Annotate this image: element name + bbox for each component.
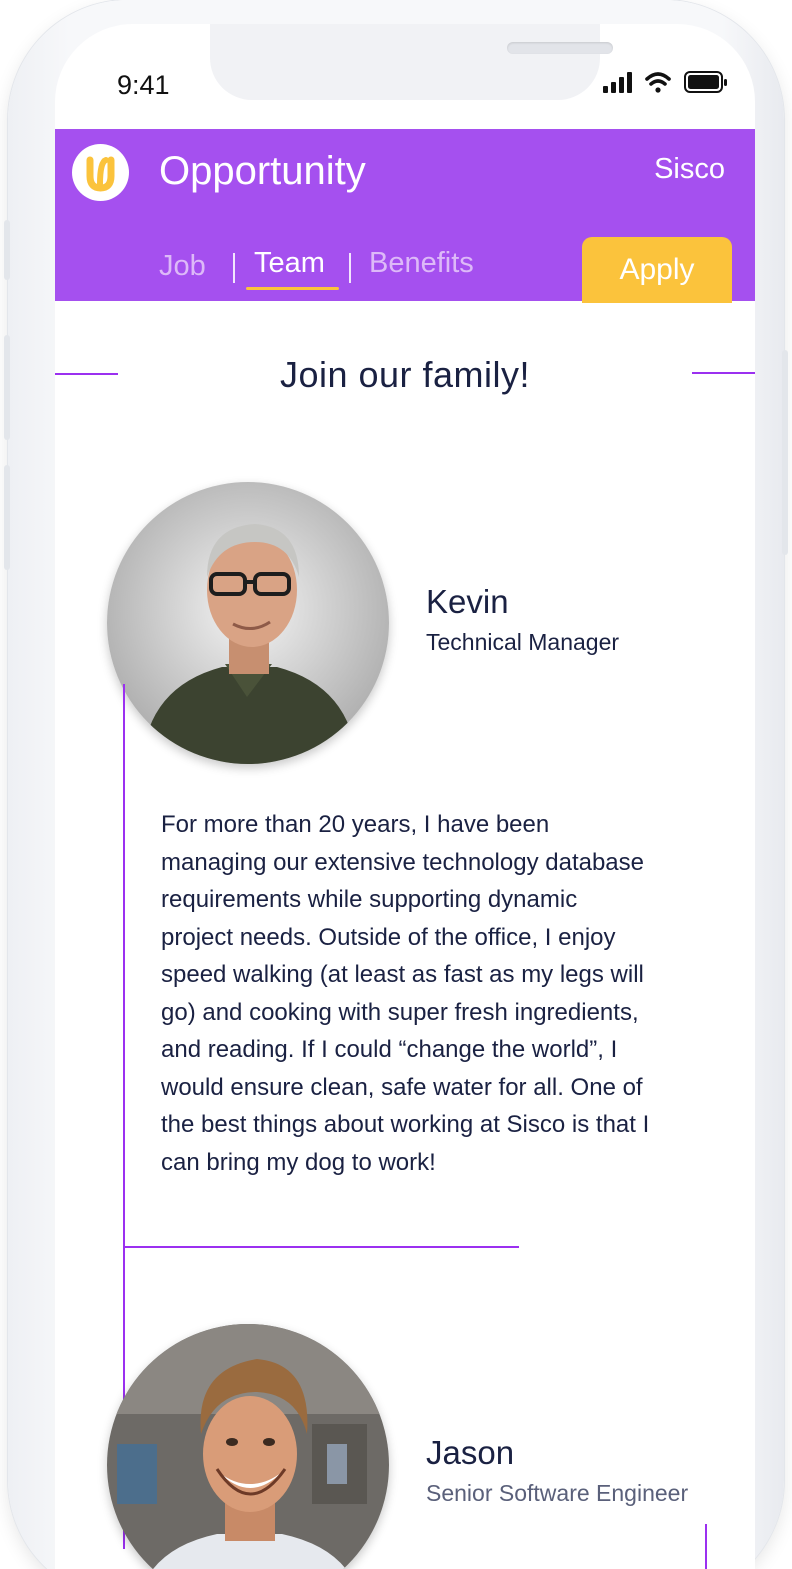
signal-icon [603, 72, 632, 93]
notch [210, 24, 613, 100]
app-title: Opportunity [159, 149, 366, 193]
quote-frame-left-segment [123, 684, 125, 1248]
volume-up-button [4, 335, 10, 440]
battery-icon [684, 71, 727, 93]
avatar-kevin [107, 482, 389, 764]
company-name[interactable]: Sisco [654, 153, 725, 186]
power-button [782, 350, 788, 555]
phone-frame: 9:41 Opportunity Sisco Job Team Benefits… [4, 0, 788, 1569]
member-role: Senior Software Engineer [426, 1480, 689, 1506]
app-header: Opportunity Sisco Job Team Benefits Appl… [55, 129, 755, 303]
status-icons [603, 70, 728, 96]
active-tab-indicator [246, 287, 339, 290]
member-bio: For more than 20 years, I have been mana… [161, 811, 650, 1176]
section-title: Join our family! [279, 354, 531, 395]
tab-job[interactable]: Job [159, 250, 206, 283]
speaker-grille [507, 42, 613, 54]
member-role: Technical Manager [426, 629, 620, 655]
avatar-jason [107, 1324, 389, 1569]
tab-divider [233, 253, 235, 283]
quote-frame-bottom [123, 1246, 519, 1248]
member-name: Jason [426, 1434, 515, 1471]
status-time: 9:41 [117, 70, 170, 100]
volume-down-button [4, 465, 10, 570]
mute-switch [4, 220, 10, 280]
app-logo-icon[interactable] [72, 144, 129, 201]
apply-button[interactable]: Apply [582, 237, 732, 303]
tab-team[interactable]: Team [254, 247, 325, 280]
phone-screen: 9:41 Opportunity Sisco Job Team Benefits… [55, 24, 755, 1569]
quote-frame-right [705, 1524, 707, 1569]
wifi-icon [645, 72, 671, 93]
section-divider-right [692, 372, 755, 374]
tab-divider [349, 253, 351, 283]
member-name: Kevin [426, 583, 509, 620]
tab-benefits[interactable]: Benefits [369, 247, 474, 280]
